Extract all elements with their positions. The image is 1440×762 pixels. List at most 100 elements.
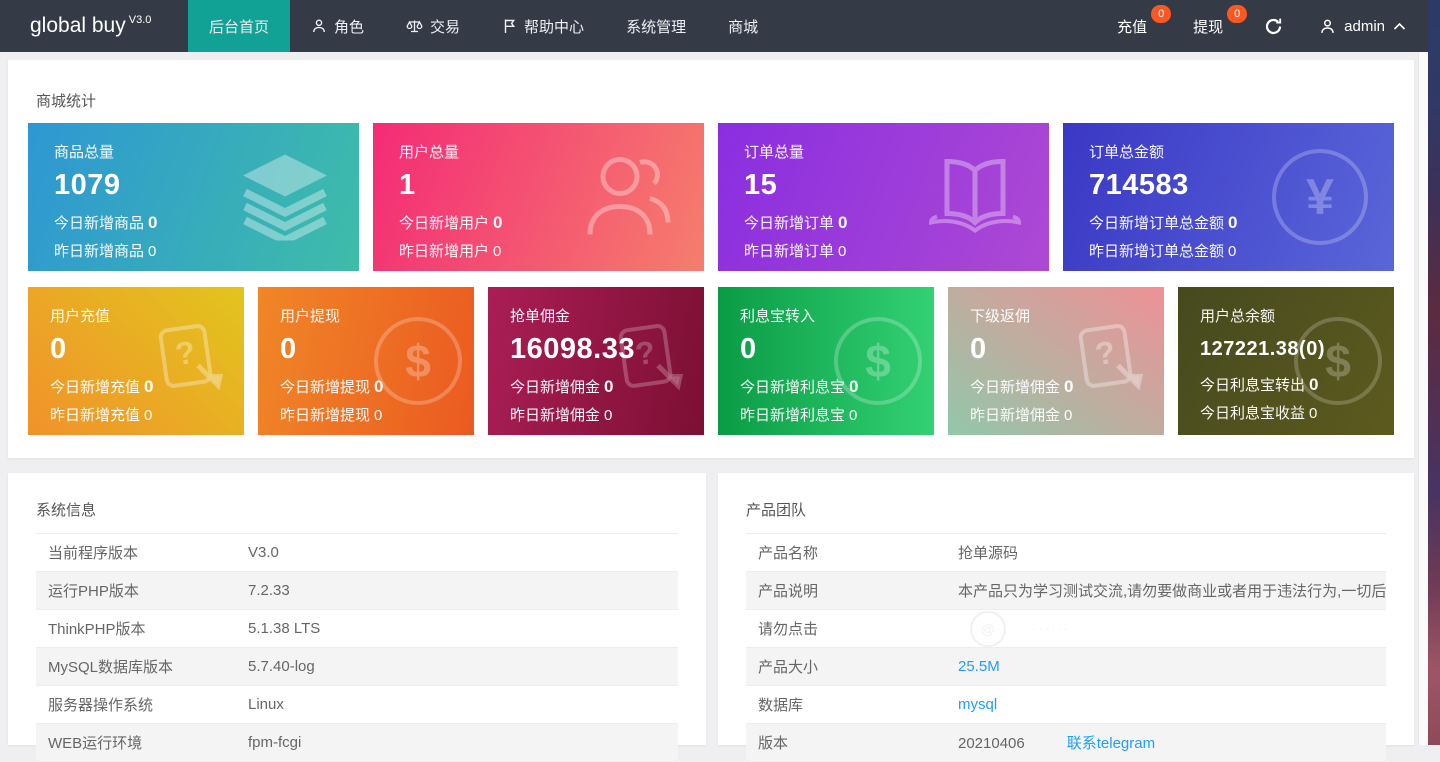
stat-line2-value: 0 [1309, 405, 1318, 423]
refresh-icon [1265, 18, 1281, 34]
nav-item-roles[interactable]: 角色 [290, 0, 385, 52]
stat-line2-label: 昨日新增提现 [280, 407, 371, 425]
table-row: 运行PHP版本 7.2.33 [36, 572, 678, 610]
mall-statistics-panel: 商城统计 商品总量 1079 今日新增商品 0 昨日新增商品 0 用户总量 1 今日… [8, 60, 1414, 458]
stat-line2-value: 0 [374, 407, 383, 425]
admin-menu[interactable]: admin [1319, 18, 1406, 35]
row-value: 7.2.33 [248, 582, 290, 599]
row-value: fpm-fcgi [248, 734, 302, 751]
admin-username: admin [1344, 17, 1385, 35]
recharge-badge: 0 [1151, 5, 1172, 23]
nav-item-label: 后台首页 [209, 18, 270, 36]
stat-card-total-user-balance: 用户总余额 127221.38(0) 今日利息宝转出 0 今日利息宝收益 0 $ [1178, 287, 1394, 435]
stat-line1-label: 今日新增佣金 [510, 379, 601, 396]
stat-line2-label: 昨日新增利息宝 [740, 407, 846, 425]
app-version: V3.0 [128, 14, 152, 26]
row-label: 产品大小 [758, 659, 819, 676]
nav-item-trade[interactable]: 交易 [385, 0, 481, 52]
table-row: 产品大小 25.5M [746, 648, 1386, 686]
stat-line1-value: 0 [148, 213, 158, 232]
scales-icon [406, 20, 423, 33]
app-logo: global buy V3.0 [0, 0, 188, 52]
stat-card-interest-transfer-in: 利息宝转入 0 今日新增利息宝 0 昨日新增利息宝 0 $ [718, 287, 934, 435]
database-link[interactable]: mysql [958, 696, 997, 713]
dollar-coin-icon: $ [1294, 317, 1382, 405]
stat-line2-label: 昨日新增订单总金额 [1089, 243, 1225, 261]
table-row: 产品说明 本产品只为学习测试交流,请勿要做商业或者用于违法行为,一切后果自负 [746, 572, 1386, 610]
table-row: WEB运行环境 fpm-fcgi [36, 724, 678, 762]
nav-item-mall[interactable]: 商城 [707, 0, 779, 52]
dollar-coin-icon: $ [834, 317, 922, 405]
stat-line2-value: 0 [1228, 243, 1237, 261]
row-label: 产品名称 [758, 545, 819, 562]
product-size-link[interactable]: 25.5M [958, 658, 1000, 675]
dollar-coin-icon: $ [374, 317, 462, 405]
nav-item-system-settings[interactable]: 系统管理 [605, 0, 707, 52]
nav-item-label: 商城 [728, 18, 759, 36]
dollar-glyph: $ [1325, 335, 1351, 387]
product-team-table: 产品名称 抢单源码 产品说明 本产品只为学习测试交流,请勿要做商业或者用于违法行… [746, 533, 1386, 762]
telegram-contact-link[interactable]: 联系telegram [1067, 735, 1155, 752]
row-value: 本产品只为学习测试交流,请勿要做商业或者用于违法行为,一切后果自负 [958, 583, 1386, 600]
withdraw-button[interactable]: 提现 0 [1177, 0, 1248, 52]
stat-card-total-users: 用户总量 1 今日新增用户 0 昨日新增用户 0 [373, 123, 704, 271]
stat-line2-label: 昨日新增佣金 [510, 407, 601, 425]
version-value: 20210406 [958, 735, 1025, 752]
navbar-right: 充值 0 提现 0 admin [1101, 0, 1440, 52]
row-label: 请勿点击 [758, 621, 819, 638]
refresh-button[interactable] [1253, 0, 1293, 52]
recharge-button[interactable]: 充值 0 [1101, 0, 1172, 52]
nav-item-label: 系统管理 [626, 18, 687, 36]
svg-text:?: ? [1093, 334, 1117, 372]
table-row: MySQL数据库版本 5.7.40-log [36, 648, 678, 686]
stats-row-1: 商品总量 1079 今日新增商品 0 昨日新增商品 0 用户总量 1 今日新增用户 0… [28, 123, 1394, 271]
nav-item-dashboard[interactable]: 后台首页 [188, 0, 291, 52]
row-label: 运行PHP版本 [48, 583, 139, 600]
row-label: 产品说明 [758, 583, 819, 600]
stat-line1-label: 今日新增利息宝 [740, 379, 846, 396]
doc-question-icon: ? [606, 316, 692, 407]
doc-question-icon: ? [146, 316, 232, 407]
nav-item-label: 交易 [430, 18, 461, 36]
stat-line1-value: 0 [493, 213, 503, 232]
section-title-mall-statistics: 商城统计 [36, 93, 97, 110]
row-value: 抢单源码 [958, 545, 1019, 562]
row-value: Linux [248, 696, 284, 713]
stat-line2-value: 0 [1064, 407, 1073, 425]
stat-line2-value: 0 [148, 243, 157, 261]
row-label: 当前程序版本 [48, 545, 139, 562]
nav-item-help-center[interactable]: 帮助中心 [481, 0, 605, 52]
scrollbar-track[interactable] [1418, 52, 1428, 745]
withdraw-label: 提现 [1193, 18, 1224, 36]
table-row: 当前程序版本 V3.0 [36, 534, 678, 572]
book-icon [927, 153, 1023, 242]
row-label: 数据库 [758, 697, 804, 714]
row-label: WEB运行环境 [48, 735, 143, 752]
stat-card-user-withdraw: 用户提现 0 今日新增提现 0 昨日新增提现 0 $ [258, 287, 474, 435]
yen-glyph: ¥ [1306, 169, 1334, 225]
stat-line1-label: 今日新增商品 [54, 215, 145, 232]
top-navbar: global buy V3.0 后台首页 角色 交易 帮助中心 系统管理 商城 … [0, 0, 1440, 52]
section-title-system-info: 系统信息 [36, 502, 97, 519]
svg-text:?: ? [633, 334, 657, 372]
system-info-table: 当前程序版本 V3.0 运行PHP版本 7.2.33 ThinkPHP版本 5.… [36, 533, 678, 762]
row-label: 版本 [758, 735, 789, 752]
stat-line1-value: 0 [1228, 213, 1238, 232]
nav-item-label: 角色 [334, 18, 365, 36]
stat-line1-label: 今日新增订单总金额 [1089, 215, 1225, 232]
stat-line2-label: 昨日新增充值 [50, 407, 141, 425]
row-label: ThinkPHP版本 [48, 621, 146, 638]
withdraw-badge: 0 [1227, 5, 1248, 23]
table-row: 版本 20210406 联系telegram [746, 724, 1386, 762]
ghost-watermark-icon[interactable]: @ [970, 610, 1006, 647]
row-label: 服务器操作系统 [48, 697, 154, 714]
recharge-label: 充值 [1117, 18, 1148, 36]
table-row: ThinkPHP版本 5.1.38 LTS [36, 610, 678, 648]
stat-line2-label: 昨日新增用户 [399, 243, 490, 261]
stat-line1-label: 今日利息宝转出 [1200, 377, 1306, 394]
stat-line1-label: 今日新增充值 [50, 379, 141, 396]
row-label: MySQL数据库版本 [48, 659, 174, 676]
main-menu: 后台首页 角色 交易 帮助中心 系统管理 商城 [188, 0, 779, 52]
stat-line2-label: 昨日新增佣金 [970, 407, 1061, 425]
stat-line2-label: 今日利息宝收益 [1200, 405, 1306, 423]
